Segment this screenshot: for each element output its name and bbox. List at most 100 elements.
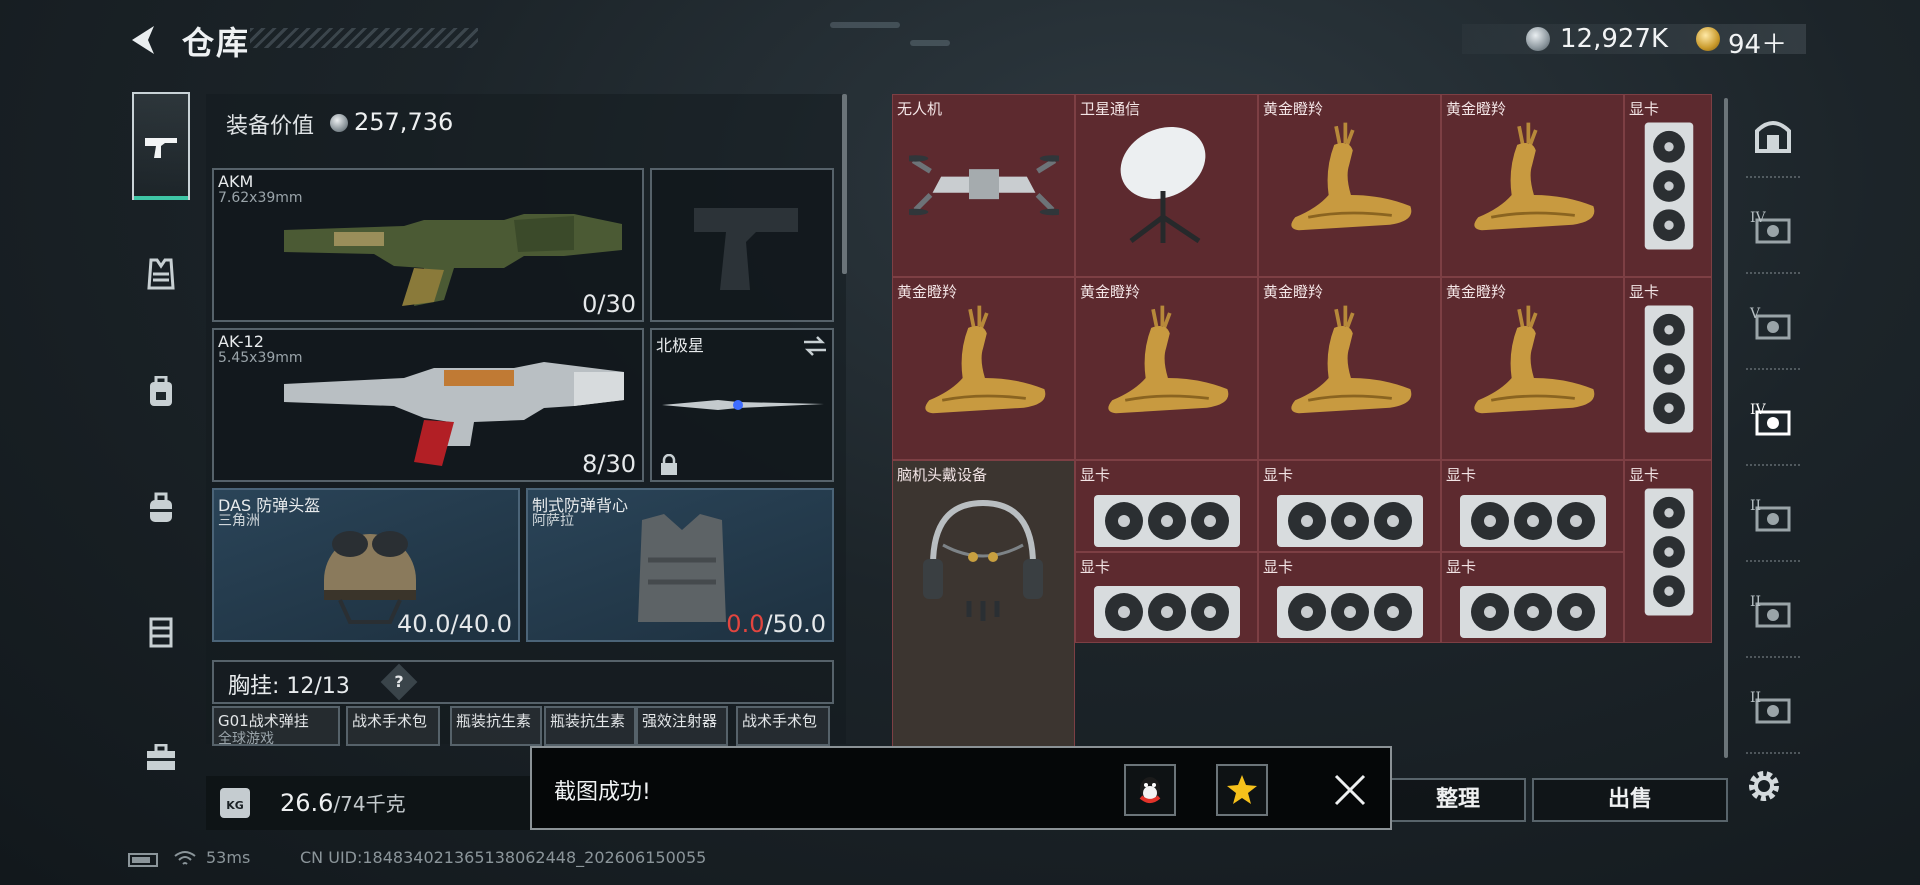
filter-tier-iv-3[interactable]: IV [1746,382,1800,466]
helmet-slot[interactable]: DAS 防弹头盔 三角洲 40.0/40.0 [212,488,520,642]
loot-item-golden-gazelle[interactable]: 黄金瞪羚 [1441,94,1624,277]
primary-weapon-slot[interactable]: AKM 7.62x39mm 0/30 [212,168,644,322]
chest-item-slot[interactable]: 强效注射器 [636,706,728,746]
rail-item-backpack[interactable] [132,338,190,446]
loot-item-golden-gazelle[interactable]: 黄金瞪羚 [1258,277,1441,460]
rail-item-bag[interactable] [132,454,190,562]
top-bar: 仓库 12,927K 94＋ [0,0,1920,80]
carry-weight-current: 26.6 [280,789,334,817]
carry-weight: 26.6/74千克 [280,788,406,817]
loot-item-graphics-card[interactable]: 显卡 [1075,460,1258,552]
help-glyph: ? [394,672,404,691]
coin-balance: 12,927K [1560,24,1669,54]
filter-tier-v-2[interactable]: V [1746,286,1800,370]
secondary-weapon-slot[interactable]: AK-12 5.45x39mm 8/30 [212,328,644,482]
headset-icon [923,499,1043,621]
screenshot-toast: 截图成功! [530,746,1392,830]
share-qq-button[interactable] [1124,764,1176,816]
melee-slot[interactable]: 北极星 [650,328,834,482]
graphics-card-icon [1094,586,1240,638]
sell-button[interactable]: 出售 [1532,778,1728,822]
loot-item-golden-gazelle[interactable]: 黄金瞪羚 [1075,277,1258,460]
item-name: 战术手术包 [352,712,428,730]
loot-item-golden-gazelle[interactable]: 黄金瞪羚 [1258,94,1441,277]
help-icon[interactable]: ? [380,663,418,701]
close-icon[interactable] [1332,772,1368,808]
loot-scrollbar[interactable] [1724,98,1728,758]
loot-item-satellite-dish[interactable]: 卫星通信 [1075,94,1258,277]
chest-rig-title: 胸挂: [228,674,280,699]
premium-currency-icon [1696,27,1720,51]
graphics-card-icon [1460,494,1606,547]
filter-safe-box-0[interactable] [1746,94,1800,178]
vest-slot[interactable]: 制式防弹背心 阿萨拉 0.0/50.0 [526,488,834,642]
graphics-card-icon [1277,586,1423,638]
pistol-silhouette-icon [694,208,798,290]
ammo-count: 0/30 [582,290,636,318]
loot-item-graphics-card[interactable]: 显卡 [1441,551,1624,643]
loot-item-label: 黄金瞪羚 [897,283,958,301]
qzone-star-icon [1227,775,1257,804]
filter-tier-iv-1[interactable]: IV [1746,190,1800,274]
chest-rig-bar: 胸挂: 12/13 ? [212,660,834,704]
chest-item-slot[interactable]: 瓶装抗生素 [450,706,542,746]
equipment-value: 257,736 [354,108,454,136]
weapon-name: AK-12 [218,332,264,351]
filter-tier-ii-5[interactable]: II [1746,574,1800,658]
item-name: 强效注射器 [642,712,718,730]
toast-message: 截图成功! [554,780,651,805]
category-rail [124,88,196,808]
tier-label: II [1750,690,1762,706]
premium-currency-balance[interactable]: 94＋ [1728,24,1787,61]
loot-item-label: 显卡 [1629,100,1660,118]
chest-item-slot[interactable]: 战术手术包 [346,706,440,746]
filter-tier-ii-4[interactable]: II [1746,478,1800,562]
tier-label: V [1750,306,1761,322]
loot-item-graphics-card[interactable]: 显卡 [1624,460,1712,643]
loot-item-golden-gazelle[interactable]: 黄金瞪羚 [892,277,1075,460]
loot-item-golden-gazelle[interactable]: 黄金瞪羚 [1441,277,1624,460]
graphics-card-icon [1094,494,1240,547]
rail-item-case[interactable] [132,704,190,812]
pistol-slot[interactable] [650,168,834,322]
coin-icon [1526,27,1550,51]
filter-tier-ii-6[interactable]: II [1746,670,1800,754]
chest-item-slot[interactable]: 瓶装抗生素 [544,706,636,746]
swap-icon[interactable] [802,336,828,356]
vest-durability: 0.0/50.0 [726,610,826,638]
item-source: 全球游戏 [218,731,274,747]
chest-item-slot[interactable]: 战术手术包 [736,706,830,746]
loot-item-label: 黄金瞪羚 [1446,100,1507,118]
loot-item-graphics-card[interactable]: 显卡 [1258,460,1441,552]
loot-item-graphics-card[interactable]: 显卡 [1624,277,1712,460]
rail-item-chest-rig[interactable] [132,578,190,686]
lock-icon [661,454,677,475]
golden-gazelle-icon [1474,305,1595,414]
loot-item-graphics-card[interactable]: 显卡 [1624,94,1712,277]
loot-item-graphics-card[interactable]: 显卡 [1075,551,1258,643]
rail-item-armor[interactable] [132,220,190,328]
backpack-icon [150,376,172,406]
rail-item-weapons[interactable] [132,92,190,200]
organize-button[interactable]: 整理 [1390,778,1526,822]
loot-item-graphics-card[interactable]: 显卡 [1258,551,1441,643]
golden-gazelle-icon [1108,305,1229,414]
graphics-card-icon [1644,122,1694,250]
coin-icon [330,114,348,132]
ammo-count: 8/30 [582,450,636,478]
loot-item-graphics-card[interactable]: 显卡 [1441,460,1624,552]
loot-item-label: 黄金瞪羚 [1263,283,1324,301]
loot-item-label: 脑机头戴设备 [897,466,988,484]
loot-item-label: 卫星通信 [1080,100,1141,118]
gear-icon[interactable] [1744,766,1784,806]
equipment-scrollbar[interactable] [842,94,847,274]
chest-rig-item-slot[interactable]: G01战术弹挂 全球游戏 [212,706,340,747]
graphics-card-icon [1460,586,1606,638]
loot-item-label: 黄金瞪羚 [1263,100,1324,118]
back-arrow-icon[interactable] [124,20,164,60]
gun-icon [145,138,177,158]
loot-item-label: 显卡 [1629,466,1660,484]
loot-item-drone[interactable]: 无人机 [892,94,1075,277]
share-qzone-button[interactable] [1216,764,1268,816]
loot-item-label: 显卡 [1446,466,1477,484]
